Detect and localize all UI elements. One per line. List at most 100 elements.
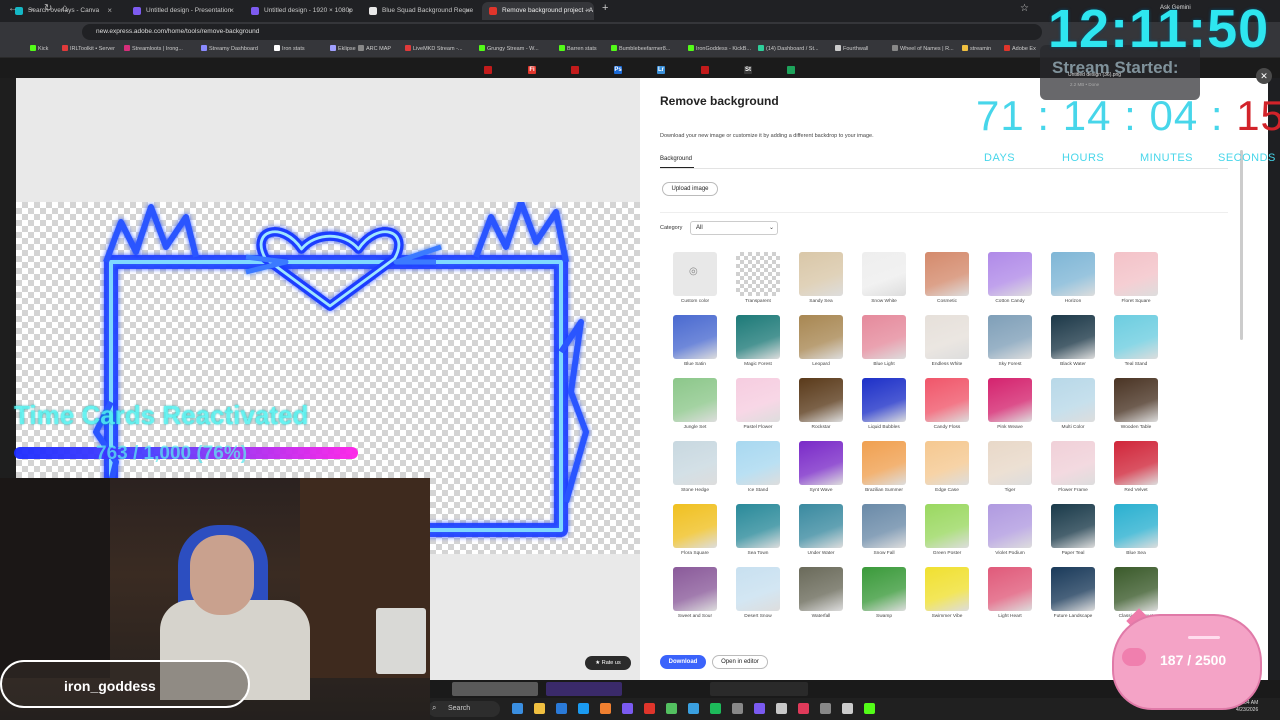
thumbnail[interactable] (710, 682, 808, 696)
close-tab-icon[interactable]: × (107, 2, 112, 20)
background-option[interactable]: Candy Floss (922, 378, 978, 438)
taskbar-app-icon[interactable] (776, 703, 787, 714)
background-option[interactable]: Endless White (922, 315, 978, 375)
background-option[interactable]: Light Heart (985, 567, 1041, 627)
background-option[interactable]: Leopard (796, 315, 852, 375)
bookmark-item[interactable]: streamin (962, 45, 991, 52)
chevron-down-icon[interactable]: ⌄ (769, 224, 774, 231)
background-option[interactable]: Pink Weave (985, 378, 1041, 438)
bookmark-item[interactable]: IRLToolkit • Server (62, 45, 115, 52)
background-option[interactable]: Swamp (859, 567, 915, 627)
category-select[interactable]: All (690, 221, 778, 235)
background-option[interactable]: Teal Stand (1111, 315, 1167, 375)
taskbar-app-icon[interactable] (622, 703, 633, 714)
background-option[interactable]: Multi Color (1048, 378, 1104, 438)
bookmark-item[interactable]: Kick (30, 45, 48, 52)
browser-tab[interactable]: Blue Squad Background Reque × (362, 2, 474, 20)
background-option[interactable]: Sandy Sea (796, 252, 852, 312)
new-tab-button[interactable]: + (602, 2, 608, 14)
background-option[interactable]: Rockstar (796, 378, 852, 438)
background-option[interactable]: Stone Hedge (670, 441, 726, 501)
bookmark-item[interactable]: IronGoddess - KickB... (688, 45, 751, 52)
background-option[interactable]: Sweet and Sour (670, 567, 726, 627)
close-tab-icon[interactable]: × (585, 2, 590, 20)
background-option[interactable]: Pastel Flower (733, 378, 789, 438)
background-option[interactable]: Snow Fall (859, 504, 915, 564)
taskbar-app-icon[interactable] (666, 703, 677, 714)
background-option[interactable]: Red Velvet (1111, 441, 1167, 501)
bookmark-item[interactable]: Eklipse (330, 45, 356, 52)
address-bar[interactable]: new.express.adobe.com/home/tools/remove-… (82, 24, 1042, 40)
browser-tab[interactable]: Untitled design - Presentation × (126, 2, 238, 20)
close-tab-icon[interactable]: × (229, 2, 234, 20)
background-option[interactable]: Sea Town (733, 504, 789, 564)
bookmark-item[interactable]: ARC MAP (358, 45, 391, 52)
background-option[interactable]: Magic Forest (733, 315, 789, 375)
app-shortcut-icon[interactable] (571, 66, 579, 74)
back-icon[interactable]: ← (8, 3, 18, 14)
background-option[interactable]: Blue Satin (670, 315, 726, 375)
background-option[interactable]: Swimmer Vibe (922, 567, 978, 627)
app-shortcut-icon[interactable] (701, 66, 709, 74)
taskbar-app-icon[interactable] (820, 703, 831, 714)
app-shortcut-icon[interactable]: St (744, 66, 752, 74)
upload-image-button[interactable]: Upload image (662, 182, 718, 196)
background-option[interactable]: Under Water (796, 504, 852, 564)
background-option[interactable]: Floret Square (1111, 252, 1167, 312)
bookmark-item[interactable]: Grungy Stream - W... (479, 45, 539, 52)
taskbar-app-icon[interactable] (688, 703, 699, 714)
close-icon[interactable]: ✕ (1256, 68, 1272, 84)
background-option[interactable]: Violet Podium (985, 504, 1041, 564)
background-option[interactable]: Tiger (985, 441, 1041, 501)
bookmark-item[interactable]: Fourthwall (835, 45, 868, 52)
close-tab-icon[interactable]: × (347, 2, 352, 20)
taskbar-app-icon[interactable] (556, 703, 567, 714)
download-button[interactable]: Download (660, 655, 706, 669)
background-option[interactable]: Flower Frame (1048, 441, 1104, 501)
app-shortcut-icon[interactable]: Lr (657, 66, 665, 74)
background-option[interactable]: Black Water (1048, 315, 1104, 375)
panel-scrollbar[interactable] (1240, 150, 1243, 340)
taskbar-app-icon[interactable] (754, 703, 765, 714)
background-option[interactable]: Cosmetic (922, 252, 978, 312)
bookmark-item[interactable]: Adobe Ex (1004, 45, 1036, 52)
background-option[interactable]: Paper Teal (1048, 504, 1104, 564)
thumbnail[interactable] (452, 682, 538, 696)
taskbar-app-icon[interactable] (842, 703, 853, 714)
background-option[interactable]: Horizon (1048, 252, 1104, 312)
app-shortcut-icon[interactable] (787, 66, 795, 74)
taskbar-app-icon[interactable] (732, 703, 743, 714)
bookmark-item[interactable]: Barren stats (559, 45, 597, 52)
background-option[interactable]: Transparent (733, 252, 789, 312)
app-shortcut-icon[interactable]: Ps (614, 66, 622, 74)
thumbnail[interactable] (546, 682, 622, 696)
background-option[interactable]: Blue Sea (1111, 504, 1167, 564)
background-option[interactable]: Liquid Bubbles (859, 378, 915, 438)
background-option[interactable]: Green Poster (922, 504, 978, 564)
bookmark-item[interactable]: Iron stats (274, 45, 305, 52)
background-option[interactable]: Sky Forest (985, 315, 1041, 375)
taskbar-app-icon[interactable] (798, 703, 809, 714)
background-option[interactable]: Blue Light (859, 315, 915, 375)
background-option[interactable]: ◎ Custom color (670, 252, 726, 312)
bookmark-item[interactable]: Streamy Dashboard (201, 45, 258, 52)
background-option[interactable]: Jungle Set (670, 378, 726, 438)
rate-us-button[interactable]: ★ Rate us (585, 656, 631, 670)
taskbar-app-icon[interactable] (578, 703, 589, 714)
bookmark-item[interactable]: Wheel of Names | R... (892, 45, 954, 52)
bookmark-item[interactable]: Bumblebeefarmer8... (611, 45, 670, 52)
taskbar-app-icon[interactable] (512, 703, 523, 714)
background-option[interactable]: Cotton Candy (985, 252, 1041, 312)
reload-icon[interactable]: ↻ (44, 3, 52, 14)
background-option[interactable]: Edge Case (922, 441, 978, 501)
taskbar-app-icon[interactable] (534, 703, 545, 714)
bookmark-star-icon[interactable]: ☆ (1020, 3, 1029, 14)
app-shortcut-icon[interactable]: Fi (528, 66, 536, 74)
close-tab-icon[interactable]: × (465, 2, 470, 20)
background-option[interactable]: Flora Square (670, 504, 726, 564)
taskbar-search[interactable]: Search (428, 701, 500, 717)
taskbar-app-icon[interactable] (710, 703, 721, 714)
background-option[interactable]: Ice Stand (733, 441, 789, 501)
taskbar-app-icon[interactable] (644, 703, 655, 714)
background-option[interactable]: Wooden Table (1111, 378, 1167, 438)
